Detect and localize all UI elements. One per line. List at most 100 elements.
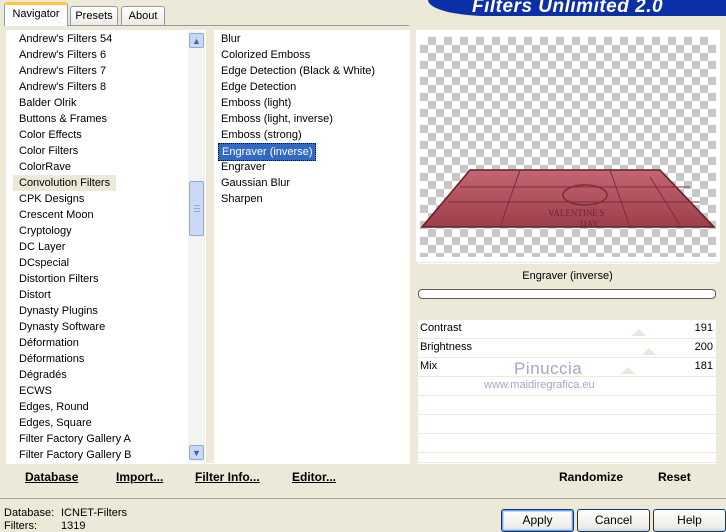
database-info: Database: ICNET-Filters: [4, 507, 127, 519]
filter-item[interactable]: Emboss (light): [214, 95, 410, 111]
category-item[interactable]: Cryptology: [6, 223, 206, 239]
filter-item[interactable]: Colorized Emboss: [214, 47, 410, 63]
category-label: Distortion Filters: [19, 273, 99, 285]
filter-item[interactable]: Emboss (light, inverse): [214, 111, 410, 127]
category-label: Déformations: [19, 353, 85, 365]
category-item[interactable]: Color Filters: [6, 143, 206, 159]
database-button[interactable]: Database: [25, 470, 78, 484]
randomize-button[interactable]: Randomize: [559, 470, 623, 484]
progress-bar: [418, 289, 716, 299]
category-label: Andrew's Filters 6: [19, 49, 107, 61]
category-item[interactable]: Buttons & Frames: [6, 111, 206, 127]
slider-thumb[interactable]: [642, 348, 656, 355]
slider-empty: [418, 396, 716, 415]
apply-button[interactable]: Apply: [501, 509, 574, 532]
filter-item[interactable]: Sharpen: [214, 191, 410, 207]
category-label: Andrew's Filters 8: [19, 81, 107, 93]
preview-text-2: DAY: [580, 219, 599, 229]
category-label: Filter Factory Gallery A: [19, 433, 131, 445]
category-label: Convolution Filters: [13, 175, 117, 191]
slider-label: Mix: [420, 360, 438, 372]
category-label: Color Effects: [19, 129, 82, 141]
editor-button[interactable]: Editor...: [292, 470, 336, 484]
tab-presets[interactable]: Presets: [70, 6, 118, 25]
filter-info-button[interactable]: Filter Info...: [195, 470, 260, 484]
category-item[interactable]: Balder Olrik: [6, 95, 206, 111]
preview-artwork: VALENTINE'S DAY: [420, 169, 716, 229]
category-item[interactable]: Dégradés: [6, 367, 206, 383]
filter-label: Edge Detection (Black & White): [221, 65, 376, 77]
category-item[interactable]: CPK Designs: [6, 191, 206, 207]
slider-value: 181: [694, 360, 713, 372]
category-scrollbar[interactable]: ▲ ▼: [188, 31, 205, 462]
category-label: Color Filters: [19, 145, 79, 157]
slider-label: Contrast: [420, 322, 462, 334]
preview-image: VALENTINE'S DAY: [420, 37, 716, 257]
filter-item[interactable]: Engraver: [214, 159, 410, 175]
category-item[interactable]: Distort: [6, 287, 206, 303]
category-item[interactable]: Convolution Filters: [6, 175, 206, 191]
category-list[interactable]: Andrew's Filters 54 Andrew's Filters 6 And…: [6, 30, 206, 463]
category-label: CPK Designs: [19, 193, 85, 205]
reset-button[interactable]: Reset: [658, 470, 691, 484]
slider-thumb[interactable]: [632, 329, 646, 336]
category-item[interactable]: Filter Factory Gallery A: [6, 431, 206, 447]
app-banner: Filters Unlimited 2.0: [428, 0, 726, 17]
filter-item[interactable]: Emboss (strong): [214, 127, 410, 143]
category-label: Edges, Round: [19, 401, 89, 413]
category-item[interactable]: DC Layer: [6, 239, 206, 255]
category-label: DC Layer: [19, 241, 66, 253]
scroll-down-button[interactable]: ▼: [189, 445, 204, 460]
filter-list[interactable]: Blur Colorized Emboss Edge Detection (Blac…: [214, 30, 410, 463]
watermark-name: Pinuccia: [514, 359, 583, 378]
category-item[interactable]: Crescent Moon: [6, 207, 206, 223]
filter-label: Sharpen: [221, 193, 263, 205]
filter-item[interactable]: Edge Detection (Black & White): [214, 63, 410, 79]
category-item[interactable]: ECWS: [6, 383, 206, 399]
slider-contrast[interactable]: Contrast 191: [418, 320, 716, 339]
category-label: Cryptology: [19, 225, 72, 237]
help-button[interactable]: Help: [653, 509, 726, 532]
category-item[interactable]: Color Effects: [6, 127, 206, 143]
filter-label: Emboss (strong): [221, 129, 302, 141]
scroll-up-button[interactable]: ▲: [189, 33, 204, 48]
slider-value: 191: [694, 322, 713, 334]
slider-brightness[interactable]: Brightness 200: [418, 339, 716, 358]
category-item[interactable]: Andrew's Filters 8: [6, 79, 206, 95]
category-label: Filter Factory Gallery B: [19, 449, 132, 461]
slider-value: 200: [694, 341, 713, 353]
category-item[interactable]: Déformation: [6, 335, 206, 351]
category-item[interactable]: Andrew's Filters 6: [6, 47, 206, 63]
slider-label: Brightness: [420, 341, 472, 353]
category-item[interactable]: Edges, Square: [6, 415, 206, 431]
category-item[interactable]: Distortion Filters: [6, 271, 206, 287]
watermark-url: www.maidiregrafica.eu: [484, 379, 595, 391]
category-item[interactable]: ColorRave: [6, 159, 206, 175]
tab-navigator[interactable]: Navigator: [4, 2, 68, 26]
tab-about[interactable]: About: [121, 6, 165, 25]
category-item[interactable]: Edges, Round: [6, 399, 206, 415]
filter-item[interactable]: Engraver (inverse): [214, 143, 410, 161]
filter-item[interactable]: Blur: [214, 31, 410, 47]
category-label: Andrew's Filters 54: [19, 33, 113, 45]
cancel-button[interactable]: Cancel: [577, 509, 650, 532]
scroll-thumb[interactable]: [189, 181, 204, 236]
category-label: Dynasty Software: [19, 321, 106, 333]
category-item[interactable]: Andrew's Filters 7: [6, 63, 206, 79]
slider-thumb[interactable]: [621, 367, 635, 374]
category-label: Dynasty Plugins: [19, 305, 98, 317]
category-item[interactable]: Andrew's Filters 54: [6, 31, 206, 47]
category-item[interactable]: DCspecial: [6, 255, 206, 271]
category-item[interactable]: Dynasty Software: [6, 319, 206, 335]
category-item[interactable]: Dynasty Plugins: [6, 303, 206, 319]
filter-label: Emboss (light, inverse): [221, 113, 333, 125]
filter-item[interactable]: Edge Detection: [214, 79, 410, 95]
import-button[interactable]: Import...: [116, 470, 163, 484]
footer-separator: [0, 498, 726, 499]
category-item[interactable]: Filter Factory Gallery B: [6, 447, 206, 463]
category-item[interactable]: Déformations: [6, 351, 206, 367]
category-label: DCspecial: [19, 257, 70, 269]
app-title: Filters Unlimited 2.0: [472, 0, 664, 17]
category-label: Distort: [19, 289, 51, 301]
filter-item[interactable]: Gaussian Blur: [214, 175, 410, 191]
